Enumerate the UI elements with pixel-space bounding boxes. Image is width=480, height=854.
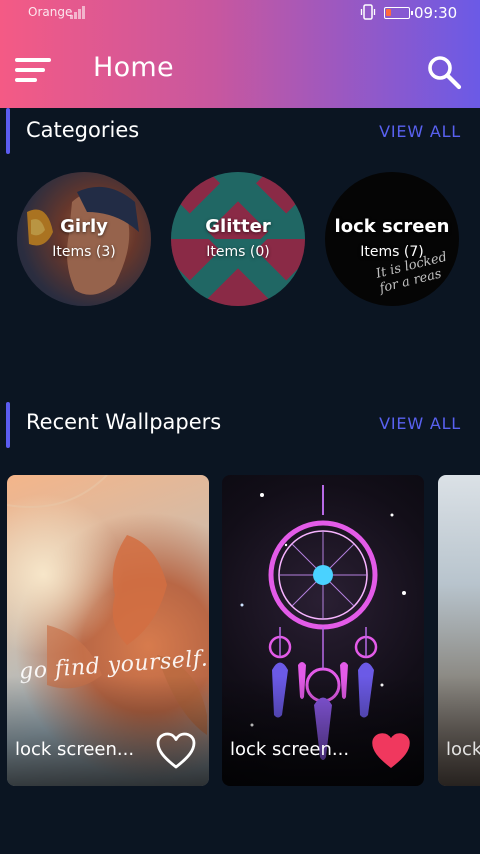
status-time: 09:30 — [414, 4, 458, 22]
wallpaper-card[interactable]: go find yourself. lock screen... — [7, 475, 209, 786]
section-accent-bar — [6, 108, 10, 154]
wallpaper-title: lock screen... — [15, 739, 135, 760]
signal-icon — [70, 5, 85, 19]
categories-view-all-button[interactable]: VIEW ALL — [379, 122, 461, 141]
heart-outline-icon[interactable] — [155, 731, 197, 771]
battery-level — [386, 9, 391, 16]
wallpaper-title: lock — [446, 739, 480, 760]
category-girly[interactable]: Girly Items (3) — [17, 172, 151, 306]
status-bar: Orange 09:30 — [0, 0, 480, 26]
category-count: Items (7) — [360, 244, 424, 260]
wallpaper-title: lock screen... — [230, 739, 350, 760]
wallpaper-card[interactable]: lock screen... — [222, 475, 424, 786]
category-glitter[interactable]: Glitter Items (0) — [171, 172, 305, 306]
category-name: lock screen — [334, 216, 450, 237]
battery-icon — [384, 7, 413, 19]
search-icon[interactable] — [426, 54, 462, 90]
section-accent-bar — [6, 402, 10, 448]
category-count: Items (3) — [52, 244, 116, 260]
category-count: Items (0) — [206, 244, 270, 260]
wallpaper-card[interactable]: lock — [438, 475, 480, 786]
recent-wallpapers-title: Recent Wallpapers — [26, 410, 222, 434]
carrier-name: Orange — [28, 5, 73, 19]
heart-filled-icon[interactable] — [370, 731, 412, 771]
category-name: Glitter — [205, 216, 271, 237]
hamburger-menu-icon[interactable] — [15, 56, 53, 84]
page-title: Home — [93, 52, 174, 83]
categories-title: Categories — [26, 118, 140, 142]
category-lock-screen[interactable]: It is locked for a reas lock screen Items… — [325, 172, 459, 306]
recent-view-all-button[interactable]: VIEW ALL — [379, 414, 461, 433]
category-name: Girly — [60, 216, 108, 237]
recent-wallpapers-header: Recent Wallpapers VIEW ALL — [0, 400, 480, 450]
categories-header: Categories VIEW ALL — [0, 108, 480, 158]
vibrate-icon — [360, 4, 376, 20]
app-header: Orange 09:30 Home — [0, 0, 480, 108]
